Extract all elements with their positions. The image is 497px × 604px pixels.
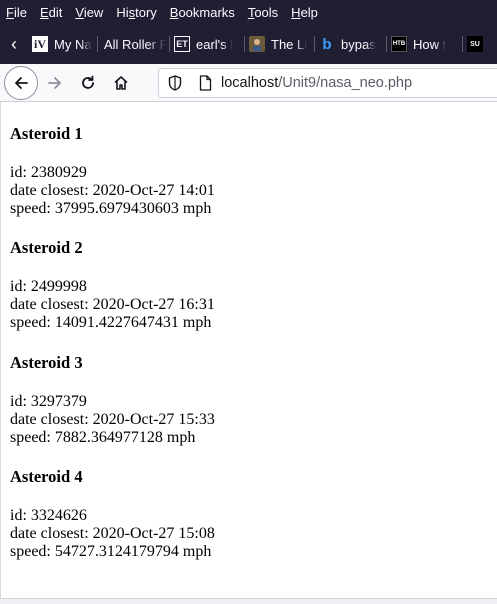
chevron-left-icon[interactable]: ‹	[0, 24, 28, 64]
asteroid-id: id: 3297379	[10, 393, 87, 410]
asteroid-id: id: 2499998	[10, 278, 87, 295]
reload-icon	[82, 75, 94, 89]
bookmark-earls[interactable]: ET earl's l	[170, 24, 245, 64]
bing-icon: b	[322, 35, 332, 53]
asteroid-speed: speed: 14091.4227647431 mph	[10, 314, 212, 331]
asteroid-block: Asteroid 1 id: 2380929 date closest: 202…	[10, 125, 215, 218]
asteroid-speed: speed: 7882.364977128 mph	[10, 429, 196, 446]
asteroid-heading: Asteroid 1	[10, 124, 83, 143]
menu-bookmarks[interactable]: Bookmarks	[170, 5, 235, 20]
menu-help[interactable]: Help	[291, 5, 318, 20]
et-logo-icon: ET	[174, 36, 190, 52]
back-button[interactable]	[4, 65, 38, 100]
iv-logo-icon: iV	[32, 36, 48, 52]
arrow-right-icon	[48, 76, 61, 89]
asteroid-block: Asteroid 3 id: 3297379 date closest: 202…	[10, 354, 215, 447]
asteroid-date: date closest: 2020-Oct-27 16:31	[10, 296, 215, 313]
bookmark-my-na[interactable]: iV My Na	[28, 24, 98, 64]
bookmark-su[interactable]: SU	[463, 24, 493, 64]
home-button[interactable]	[105, 67, 137, 99]
su-logo-icon: SU	[467, 36, 483, 52]
home-icon	[114, 75, 128, 90]
navigation-toolbar: localhost/Unit9/nasa_neo.php	[0, 64, 497, 102]
asteroid-date: date closest: 2020-Oct-27 14:01	[10, 182, 215, 199]
page-icon[interactable]	[197, 75, 213, 91]
asteroid-heading: Asteroid 4	[10, 467, 83, 486]
asteroid-id: id: 3324626	[10, 507, 87, 524]
bookmarks-toolbar: ‹ iV My Na All Roller R ET earl's l The …	[0, 24, 497, 64]
menu-edit[interactable]: Edit	[40, 5, 62, 20]
asteroid-speed: speed: 37995.6979430603 mph	[10, 200, 212, 217]
asteroid-date: date closest: 2020-Oct-27 15:08	[10, 525, 215, 542]
portrait-icon	[249, 36, 265, 52]
asteroid-date: date closest: 2020-Oct-27 15:33	[10, 411, 215, 428]
bookmark-all-roller[interactable]: All Roller R	[98, 24, 170, 64]
forward-button[interactable]	[39, 67, 71, 99]
asteroid-heading: Asteroid 3	[10, 353, 83, 372]
htb-logo-icon: HTB	[391, 36, 407, 52]
menu-file[interactable]: File	[6, 5, 27, 20]
window-bottom-edge	[0, 598, 497, 604]
bookmark-how-to[interactable]: HTB How t	[387, 24, 463, 64]
bookmark-bypass[interactable]: b bypas	[315, 24, 387, 64]
asteroid-block: Asteroid 4 id: 3324626 date closest: 202…	[10, 468, 215, 561]
url-path: /Unit9/nasa_neo.php	[278, 75, 413, 91]
shield-icon[interactable]	[167, 75, 183, 91]
asteroid-id: id: 2380929	[10, 164, 87, 181]
menu-history[interactable]: History	[116, 5, 156, 20]
asteroid-heading: Asteroid 2	[10, 238, 83, 257]
reload-button[interactable]	[72, 67, 104, 99]
address-bar[interactable]: localhost/Unit9/nasa_neo.php	[158, 68, 497, 98]
menu-bar: File Edit View History Bookmarks Tools H…	[0, 0, 497, 24]
page-content: Asteroid 1 id: 2380929 date closest: 202…	[0, 102, 497, 598]
menu-view[interactable]: View	[75, 5, 103, 20]
asteroid-speed: speed: 54727.3124179794 mph	[10, 543, 212, 560]
asteroid-block: Asteroid 2 id: 2499998 date closest: 202…	[10, 239, 215, 332]
menu-tools[interactable]: Tools	[248, 5, 278, 20]
arrow-left-icon	[15, 76, 28, 89]
url-host: localhost	[221, 75, 279, 91]
bookmark-the-li[interactable]: The Li	[245, 24, 315, 64]
